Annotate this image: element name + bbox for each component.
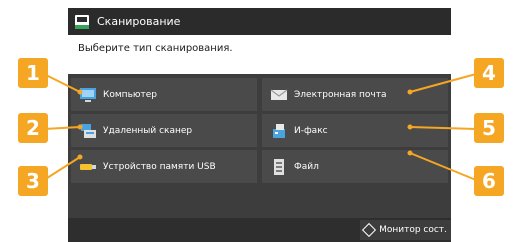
remote-scanner-button[interactable]: Удаленный сканер — [71, 114, 257, 147]
usb-memory-button[interactable]: Устройство памяти USB — [71, 150, 257, 183]
ifax-label: И-факс — [294, 125, 328, 136]
ifax-icon — [270, 122, 288, 140]
callout-4: 4 — [474, 58, 504, 88]
email-button[interactable]: Электронная почта — [262, 78, 448, 111]
email-label: Электронная почта — [294, 89, 387, 100]
file-icon — [270, 158, 288, 176]
scan-type-grid: Компьютер Электронная почта Удаленный ск… — [68, 74, 451, 218]
scan-icon — [75, 14, 89, 29]
callout-5: 5 — [474, 113, 504, 143]
status-monitor-icon — [362, 222, 377, 238]
computer-label: Компьютер — [103, 89, 157, 100]
file-label: Файл — [294, 161, 319, 172]
callout-2: 2 — [18, 113, 48, 143]
window-title: Сканирование — [97, 15, 181, 28]
computer-button[interactable]: Компьютер — [71, 78, 257, 111]
prompt-text: Выберите тип сканирования. — [68, 35, 451, 74]
usb-memory-label: Устройство памяти USB — [103, 161, 216, 172]
file-button[interactable]: Файл — [262, 150, 448, 183]
callout-1: 1 — [18, 58, 48, 88]
callout-3: 3 — [18, 166, 48, 196]
remote-scanner-icon — [79, 122, 97, 140]
email-icon — [270, 86, 288, 104]
status-monitor-button[interactable]: Монитор сост. — [360, 220, 451, 240]
status-bar: Монитор сост. — [68, 218, 451, 242]
status-monitor-label: Монитор сост. — [379, 225, 447, 235]
usb-icon — [79, 158, 97, 176]
title-bar: Сканирование — [68, 8, 451, 35]
ifax-button[interactable]: И-факс — [262, 114, 448, 147]
callout-6: 6 — [474, 166, 504, 196]
remote-scanner-label: Удаленный сканер — [103, 125, 193, 136]
scan-panel: Сканирование Выберите тип сканирования. … — [68, 8, 451, 242]
computer-icon — [79, 86, 97, 104]
